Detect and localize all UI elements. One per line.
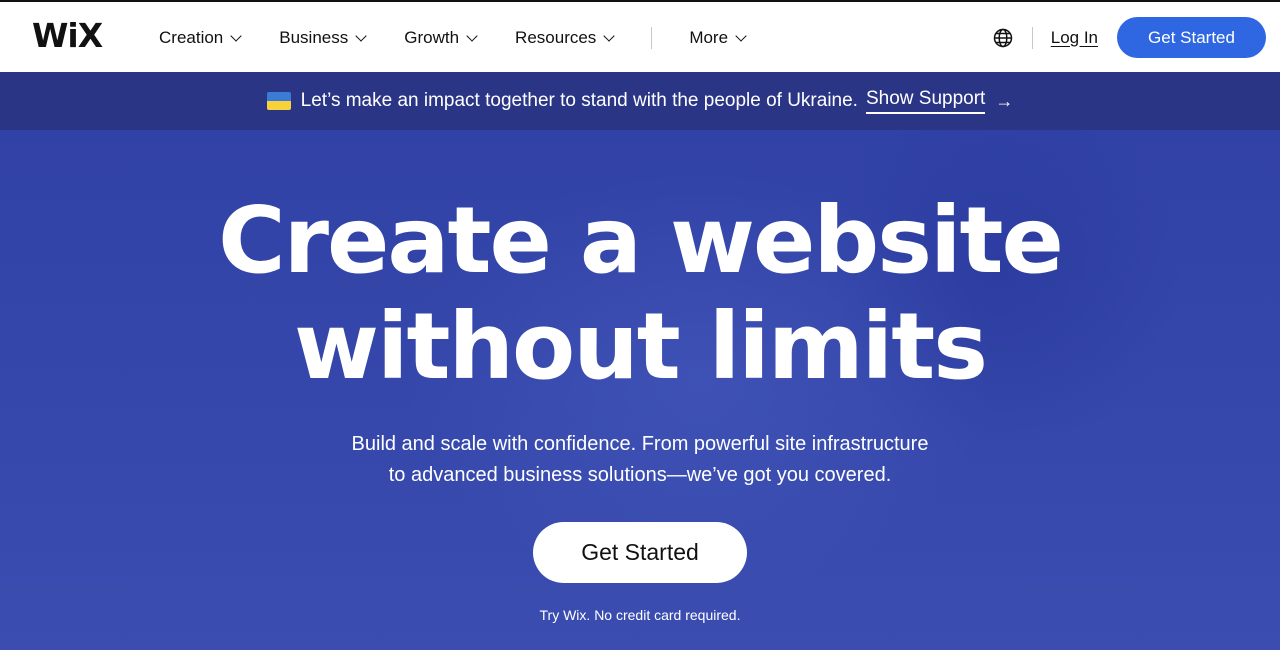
nav-label: Resources	[515, 28, 597, 47]
main-nav: Creation Business Growth Resources More	[159, 26, 747, 50]
hero-section: Create a website without limits Build an…	[0, 130, 1280, 650]
chevron-down-icon	[355, 29, 367, 42]
chevron-down-icon	[603, 29, 615, 42]
nav-item-creation[interactable]: Creation	[159, 28, 242, 48]
arrow-right-icon[interactable]: →	[995, 91, 1013, 112]
hero-headline: Create a website without limits	[0, 188, 1280, 400]
login-link[interactable]: Log In	[1051, 28, 1098, 48]
chevron-down-icon	[230, 29, 242, 42]
nav-label: Business	[279, 28, 349, 47]
nav-label: Growth	[404, 28, 460, 47]
show-support-link[interactable]: Show Support	[865, 88, 986, 114]
wix-logo[interactable]: WiX	[32, 18, 103, 54]
chevron-down-icon	[466, 29, 478, 42]
nav-item-business[interactable]: Business	[279, 28, 367, 48]
subtext-line-2: to advanced business solutions—we’ve got…	[388, 464, 892, 486]
chevron-down-icon	[735, 29, 747, 42]
headline-line-2: without limits	[294, 293, 988, 400]
nav-divider	[651, 27, 653, 49]
banner-text: Let’s make an impact together to stand w…	[300, 90, 858, 111]
nav-item-resources[interactable]: Resources	[515, 28, 615, 48]
subtext-line-1: Build and scale with confidence. From po…	[351, 433, 929, 455]
header-actions: Log In Get Started	[993, 17, 1266, 58]
top-navigation-bar: WiX Creation Business Growth Resources M…	[0, 0, 1280, 72]
no-credit-card-note: Try Wix. No credit card required.	[539, 607, 741, 623]
nav-label: Creation	[159, 28, 224, 47]
headline-line-1: Create a website	[218, 187, 1064, 294]
hero-subtext: Build and scale with confidence. From po…	[0, 429, 1280, 491]
ukraine-flag-icon	[266, 92, 291, 110]
nav-item-growth[interactable]: Growth	[404, 28, 478, 48]
ukraine-support-banner: Let’s make an impact together to stand w…	[0, 72, 1280, 130]
header-divider	[1031, 26, 1033, 49]
get-started-button-hero[interactable]: Get Started	[533, 522, 747, 583]
nav-label: More	[689, 28, 729, 47]
get-started-button-header[interactable]: Get Started	[1117, 17, 1266, 58]
nav-item-more[interactable]: More	[689, 28, 747, 48]
globe-icon[interactable]	[993, 28, 1013, 48]
